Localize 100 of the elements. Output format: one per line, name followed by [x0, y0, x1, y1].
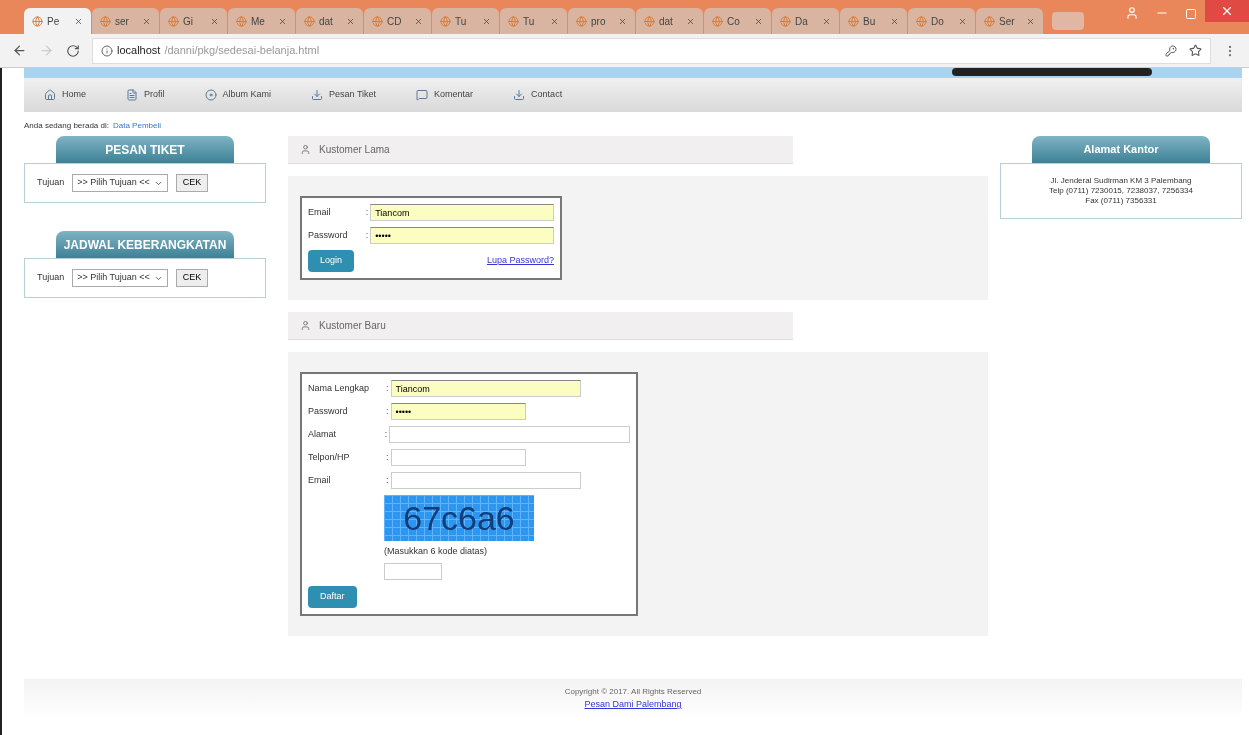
close-icon[interactable]	[618, 16, 627, 26]
browser-tab[interactable]: dat	[296, 8, 363, 34]
close-icon[interactable]	[1026, 16, 1035, 26]
key-icon[interactable]	[1165, 44, 1177, 57]
nav-link[interactable]: Contact	[513, 88, 563, 102]
field-label: Password	[308, 404, 349, 418]
nav-link[interactable]: Pesan Tiket	[311, 88, 377, 102]
address-line: Fax (0711) 7356331	[1085, 196, 1157, 206]
input-field[interactable]	[390, 449, 526, 466]
section-title: Kustomer Baru	[319, 319, 386, 333]
info-icon	[101, 44, 113, 57]
browser-tab[interactable]: Tu	[432, 8, 499, 34]
breadcrumb-link[interactable]: Data Pembeli	[112, 120, 161, 132]
profile-icon[interactable]	[1125, 6, 1139, 20]
browser-tab[interactable]: Gi	[160, 8, 227, 34]
field-label: Tujuan	[37, 176, 65, 190]
browser-tab[interactable]: pro	[568, 8, 635, 34]
tab-favicon-icon	[168, 15, 179, 27]
colon: :	[386, 381, 389, 395]
close-icon[interactable]	[210, 16, 219, 26]
panel-header: Alamat Kantor	[1032, 136, 1210, 163]
captcha-input[interactable]	[384, 562, 442, 580]
browser-tab[interactable]: Me	[228, 8, 295, 34]
close-window-button[interactable]	[1205, 0, 1249, 22]
register-button[interactable]: Daftar	[308, 585, 357, 608]
tab-favicon-icon	[916, 15, 927, 27]
footer-link[interactable]: Pesan Dami Palembang	[584, 698, 682, 712]
browser-tab[interactable]: Tu	[500, 8, 567, 34]
panel-header: PESAN TIKET	[56, 136, 234, 163]
maximize-icon[interactable]	[1185, 8, 1197, 20]
captcha-hint: (Masukkan 6 kode diatas)	[384, 545, 488, 558]
close-icon[interactable]	[346, 16, 355, 26]
colon: :	[386, 450, 389, 464]
browser-tab[interactable]: Bu	[840, 8, 907, 34]
colon: :	[365, 228, 369, 242]
input-field[interactable]: •••••	[370, 227, 554, 244]
destination-select[interactable]: >> Pilih Tujuan <<	[72, 174, 168, 192]
close-icon[interactable]	[550, 16, 559, 26]
tab-favicon-icon	[372, 15, 383, 27]
section-title: Kustomer Lama	[319, 143, 390, 157]
tab-favicon-icon	[304, 15, 315, 27]
input-field[interactable]: Tiancom	[390, 380, 581, 397]
nav-link[interactable]: Home	[44, 88, 86, 102]
colon: :	[365, 205, 369, 219]
nav-link[interactable]: Komentar	[416, 88, 474, 102]
colon: :	[386, 404, 389, 418]
check-button[interactable]: CEK	[175, 269, 209, 287]
reload-icon[interactable]	[66, 43, 80, 58]
nav-link[interactable]: Profil	[126, 88, 165, 102]
browser-tab[interactable]: Pe	[24, 8, 91, 34]
close-icon[interactable]	[958, 16, 967, 26]
nav-icon	[204, 89, 217, 101]
field-label: Telpon/HP	[308, 450, 351, 464]
close-icon[interactable]	[822, 16, 831, 26]
tab-favicon-icon	[984, 15, 995, 27]
browser-tab[interactable]: dat	[636, 8, 703, 34]
close-icon[interactable]	[754, 16, 763, 26]
colon: :	[386, 473, 389, 487]
field-label: Nama Lengkap	[308, 381, 371, 395]
tab-favicon-icon	[100, 15, 111, 27]
check-button[interactable]: CEK	[175, 174, 209, 192]
close-icon[interactable]	[74, 16, 83, 26]
user-icon	[300, 144, 311, 155]
copyright-text: Copyright © 2017. All Rights Reserved	[564, 686, 702, 699]
browser-tab[interactable]: Da	[772, 8, 839, 34]
browser-tab[interactable]: Do	[908, 8, 975, 34]
nav-icon	[44, 89, 56, 101]
input-field[interactable]	[390, 472, 581, 489]
destination-select[interactable]: >> Pilih Tujuan <<	[72, 269, 168, 287]
tab-favicon-icon	[712, 15, 723, 27]
close-icon[interactable]	[414, 16, 423, 26]
close-icon[interactable]	[686, 16, 695, 26]
nav-icon	[513, 89, 526, 101]
login-button[interactable]: Login	[308, 250, 355, 272]
field-label: Email	[308, 473, 332, 487]
close-icon[interactable]	[890, 16, 899, 26]
field-label: Tujuan	[37, 271, 65, 285]
user-icon	[300, 320, 311, 331]
address-bar[interactable]: localhost /danni/pkg/sedesai-belanja.html	[92, 37, 1211, 64]
tab-favicon-icon	[32, 15, 43, 27]
browser-tab[interactable]: Co	[704, 8, 771, 34]
close-icon	[1220, 4, 1234, 18]
input-field[interactable]: •••••	[390, 403, 526, 420]
input-field[interactable]	[389, 426, 630, 443]
browser-tab[interactable]: ser	[92, 8, 159, 34]
bookmark-star-icon[interactable]	[1189, 44, 1202, 57]
panel-header: JADWAL KEBERANGKATAN	[56, 231, 234, 258]
browser-tab[interactable]: Ser	[976, 8, 1043, 34]
close-icon[interactable]	[482, 16, 491, 26]
nav-icon	[126, 89, 138, 101]
nav-link[interactable]: Album Kami	[204, 88, 272, 102]
field-label: Alamat	[308, 427, 337, 441]
input-field[interactable]: Tiancom	[370, 204, 554, 221]
forgot-password-link[interactable]: Lupa Password?	[486, 254, 554, 268]
close-icon[interactable]	[278, 16, 287, 26]
tab-favicon-icon	[780, 15, 791, 27]
tab-favicon-icon	[236, 15, 247, 27]
browser-tab[interactable]: CD	[364, 8, 431, 34]
close-icon[interactable]	[142, 16, 151, 26]
back-icon[interactable]	[12, 43, 27, 58]
